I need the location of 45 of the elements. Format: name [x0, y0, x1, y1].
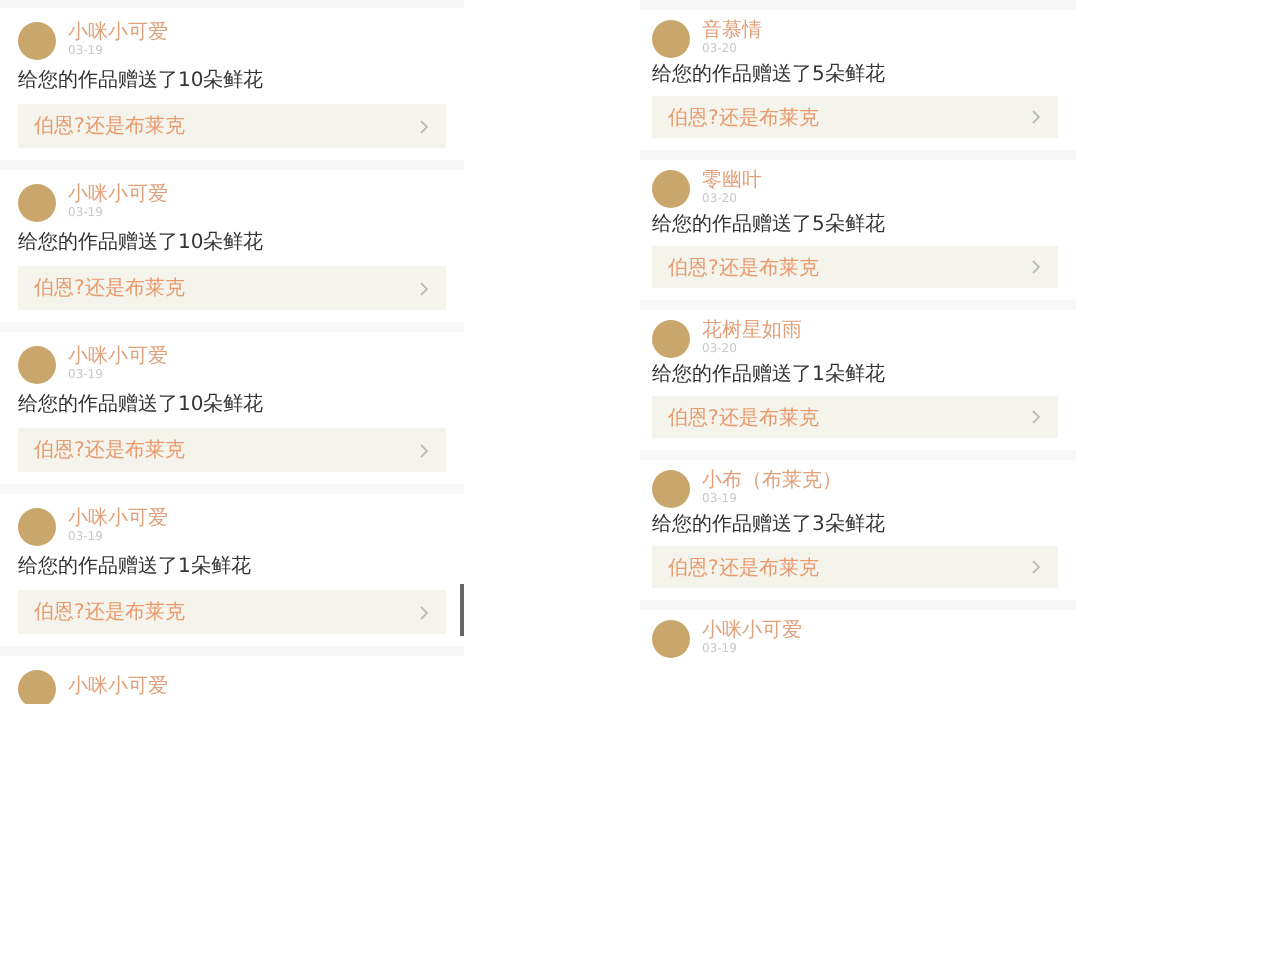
- gift-message: 给您的作品赠送了10朵鲜花: [18, 232, 266, 256]
- avatar-placeholder: [18, 669, 56, 704]
- chevron-right-icon: [1032, 560, 1040, 574]
- gift-message: 给您的作品赠送了3朵鲜花: [652, 514, 887, 538]
- work-link-button[interactable]: 伯恩?还是布莱克: [652, 96, 1058, 138]
- gift-message: 给您的作品赠送了1朵鲜花: [18, 556, 253, 580]
- gift-message: 给您的作品赠送了5朵鲜花: [652, 214, 887, 238]
- avatar-placeholder: [18, 183, 56, 221]
- user-name: 小咪小可爱: [68, 678, 168, 698]
- user-name: 零幽叶: [702, 171, 762, 191]
- user-name: 音慕情: [702, 21, 762, 41]
- avatar-placeholder: [652, 319, 690, 357]
- chevron-right-icon: [1032, 260, 1040, 274]
- chevron-right-icon: [1032, 110, 1040, 124]
- user-name: 花树星如雨: [702, 321, 802, 341]
- gift-message: 给您的作品赠送了1朵鲜花: [652, 364, 887, 388]
- user-name: 小咪小可爱: [68, 509, 168, 529]
- work-link-button[interactable]: 伯恩?还是布莱克: [18, 590, 446, 634]
- chevron-right-icon: [420, 119, 428, 133]
- chevron-right-icon: [420, 443, 428, 457]
- user-name: 小咪小可爱: [68, 185, 168, 205]
- avatar-placeholder: [652, 469, 690, 507]
- chevron-right-icon: [420, 605, 428, 619]
- avatar-placeholder: [652, 19, 690, 57]
- user-name: 小布（布莱克）: [702, 471, 842, 491]
- gift-message: 给您的作品赠送了10朵鲜花: [18, 394, 266, 418]
- work-link-button[interactable]: 伯恩?还是布莱克: [18, 266, 446, 310]
- avatar-placeholder: [18, 507, 56, 545]
- avatar-placeholder: [652, 169, 690, 207]
- work-link-button[interactable]: 伯恩?还是布莱克: [652, 246, 1058, 288]
- work-link-button[interactable]: 伯恩?还是布莱克: [652, 396, 1058, 438]
- avatar-placeholder: [652, 619, 690, 657]
- gift-message: 给您的作品赠送了10朵鲜花: [18, 70, 266, 94]
- avatar-placeholder: [18, 21, 56, 59]
- user-name: 小咪小可爱: [68, 347, 168, 367]
- work-link-button[interactable]: 伯恩?还是布莱克: [652, 546, 1058, 588]
- chevron-right-icon: [1032, 410, 1040, 424]
- avatar-placeholder: [18, 345, 56, 383]
- work-link-button[interactable]: 伯恩?还是布莱克: [18, 104, 446, 148]
- scrollbar[interactable]: [460, 584, 464, 636]
- user-name: 小咪小可爱: [68, 23, 168, 43]
- chevron-right-icon: [420, 281, 428, 295]
- work-link-button[interactable]: 伯恩?还是布莱克: [18, 428, 446, 472]
- gift-message: 给您的作品赠送了5朵鲜花: [652, 64, 887, 88]
- user-name: 小咪小可爱: [702, 621, 802, 641]
